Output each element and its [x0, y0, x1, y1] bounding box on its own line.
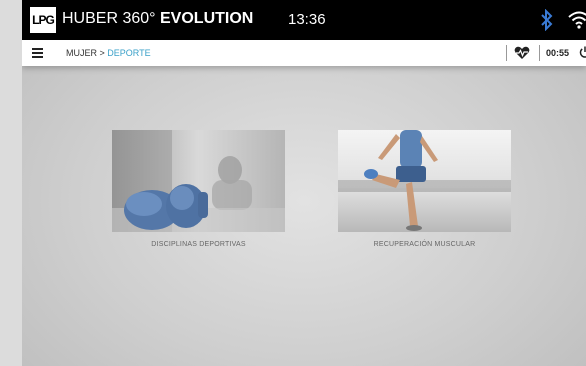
breadcrumb: MUJER > DEPORTE [66, 47, 151, 59]
wifi-icon[interactable] [568, 10, 586, 30]
breadcrumb-current: DEPORTE [107, 48, 151, 58]
divider [506, 45, 507, 61]
divider [539, 45, 540, 61]
clock: 13:36 [288, 11, 326, 28]
tile-label: DISCIPLINAS DEPORTIVAS [151, 241, 246, 248]
breadcrumb-separator: > [97, 48, 108, 58]
navigation-bar: MUJER > DEPORTE 00:55 [22, 40, 586, 66]
power-icon[interactable] [579, 46, 586, 59]
app-screen: LPG HUBER 360° EVOLUTION 13:36 MUJER > D… [22, 0, 586, 366]
breadcrumb-parent[interactable]: MUJER [66, 48, 97, 58]
runner-stretching-photo[interactable] [338, 130, 511, 232]
top-status-bar: LPG HUBER 360° EVOLUTION 13:36 [22, 0, 586, 40]
app-title: HUBER 360° EVOLUTION [62, 9, 253, 29]
tile-label: RECUPERACIÓN MUSCULAR [373, 241, 476, 248]
menu-icon[interactable] [32, 48, 43, 58]
boxing-gloves-illustration [112, 130, 285, 232]
runner-illustration [338, 130, 511, 232]
heart-rate-icon[interactable] [514, 46, 530, 60]
app-title-edition: EVOLUTION [160, 10, 254, 27]
tile-muscle-recovery[interactable]: RECUPERACIÓN MUSCULAR [338, 130, 511, 248]
lpg-logo: LPG [30, 7, 56, 33]
boxing-gloves-photo[interactable] [112, 130, 285, 232]
session-timer: 00:55 [546, 48, 570, 58]
app-title-model: HUBER 360° [62, 10, 156, 27]
bluetooth-icon[interactable] [540, 9, 554, 31]
tile-sports-disciplines[interactable]: DISCIPLINAS DEPORTIVAS [112, 130, 285, 248]
